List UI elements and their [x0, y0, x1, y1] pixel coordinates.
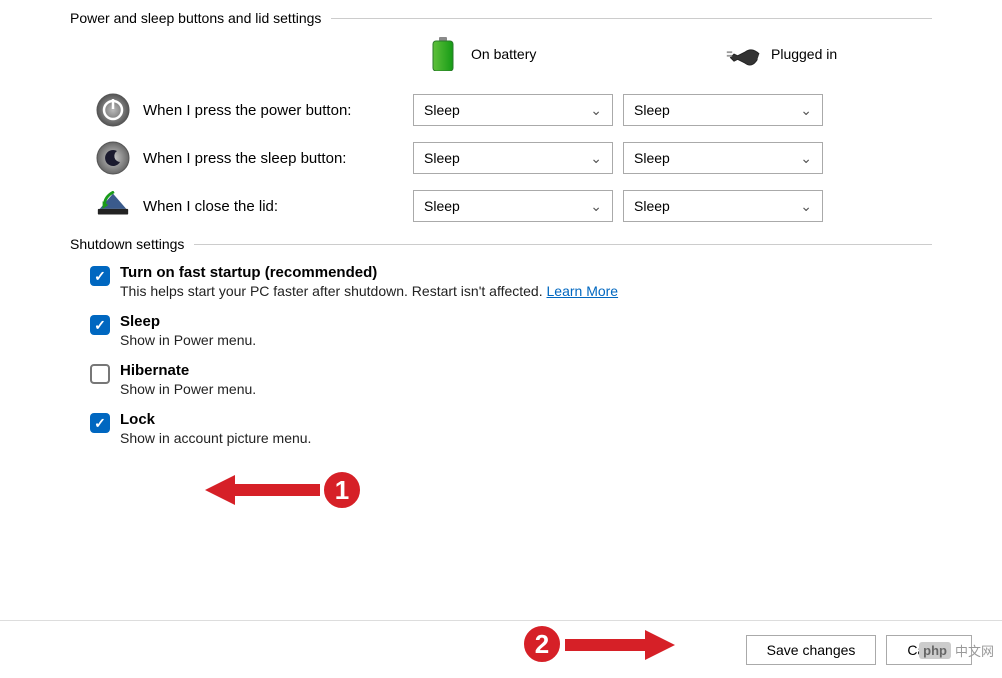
chevron-down-icon: ⌄	[590, 198, 602, 215]
chevron-down-icon: ⌄	[590, 150, 602, 167]
select-value: Sleep	[424, 102, 460, 118]
watermark-text: 中文网	[955, 641, 994, 660]
laptop-lid-icon	[95, 188, 131, 224]
save-changes-button[interactable]: Save changes	[746, 635, 877, 665]
annotation-arrow-2	[565, 625, 675, 665]
power-button-plugged-select[interactable]: Sleep ⌄	[623, 94, 823, 126]
select-value: Sleep	[424, 150, 460, 166]
sleep-item: Sleep Show in Power menu.	[90, 313, 1002, 348]
divider	[194, 244, 932, 245]
learn-more-link[interactable]: Learn More	[547, 283, 619, 299]
fast-startup-desc: This helps start your PC faster after sh…	[120, 283, 618, 299]
chevron-down-icon: ⌄	[800, 102, 812, 119]
column-headers: On battery Plugged in	[0, 36, 1002, 72]
chevron-down-icon: ⌄	[800, 198, 812, 215]
sleep-title: Sleep	[120, 313, 256, 330]
sleep-desc: Show in Power menu.	[120, 332, 256, 348]
row-close-lid: When I close the lid: Sleep ⌄ Sleep ⌄	[95, 188, 1002, 224]
hibernate-item: Hibernate Show in Power menu.	[90, 362, 1002, 397]
power-button-icon	[95, 92, 131, 128]
fast-startup-checkbox[interactable]	[90, 266, 110, 286]
lock-desc: Show in account picture menu.	[120, 430, 311, 446]
annotation-marker-2: 2	[520, 622, 564, 666]
lock-item: Lock Show in account picture menu.	[90, 411, 1002, 446]
lock-checkbox[interactable]	[90, 413, 110, 433]
lock-title: Lock	[120, 411, 311, 428]
watermark: php 中文网	[919, 641, 994, 660]
annotation-arrow-1	[205, 470, 325, 510]
power-button-battery-select[interactable]: Sleep ⌄	[413, 94, 613, 126]
section-header-shutdown: Shutdown settings	[70, 236, 932, 252]
sleep-button-label: When I press the sleep button:	[143, 150, 413, 167]
annotation-marker-1: 1	[320, 468, 364, 512]
select-value: Sleep	[424, 198, 460, 214]
shutdown-settings-list: Turn on fast startup (recommended) This …	[90, 264, 1002, 446]
fast-startup-item: Turn on fast startup (recommended) This …	[90, 264, 1002, 299]
watermark-brand: php	[919, 642, 951, 659]
sleep-button-plugged-select[interactable]: Sleep ⌄	[623, 142, 823, 174]
select-value: Sleep	[634, 150, 670, 166]
divider	[331, 18, 932, 19]
chevron-down-icon: ⌄	[800, 150, 812, 167]
on-battery-header: On battery	[425, 36, 625, 72]
close-lid-plugged-select[interactable]: Sleep ⌄	[623, 190, 823, 222]
close-lid-battery-select[interactable]: Sleep ⌄	[413, 190, 613, 222]
sleep-checkbox[interactable]	[90, 315, 110, 335]
battery-icon	[425, 36, 461, 72]
row-sleep-button: When I press the sleep button: Sleep ⌄ S…	[95, 140, 1002, 176]
chevron-down-icon: ⌄	[590, 102, 602, 119]
plug-icon	[725, 36, 761, 72]
sleep-button-battery-select[interactable]: Sleep ⌄	[413, 142, 613, 174]
select-value: Sleep	[634, 198, 670, 214]
hibernate-title: Hibernate	[120, 362, 256, 379]
select-value: Sleep	[634, 102, 670, 118]
section-header-power-label: Power and sleep buttons and lid settings	[70, 10, 321, 26]
hibernate-desc: Show in Power menu.	[120, 381, 256, 397]
power-button-label: When I press the power button:	[143, 102, 413, 119]
fast-startup-title: Turn on fast startup (recommended)	[120, 264, 618, 281]
plugged-in-header: Plugged in	[725, 36, 925, 72]
hibernate-checkbox[interactable]	[90, 364, 110, 384]
section-header-power: Power and sleep buttons and lid settings	[70, 10, 932, 26]
footer-bar: Save changes Cancel	[0, 620, 1002, 678]
close-lid-label: When I close the lid:	[143, 198, 413, 215]
on-battery-label: On battery	[471, 46, 536, 62]
row-power-button: When I press the power button: Sleep ⌄ S…	[95, 92, 1002, 128]
section-header-shutdown-label: Shutdown settings	[70, 236, 184, 252]
sleep-button-icon	[95, 140, 131, 176]
plugged-in-label: Plugged in	[771, 46, 837, 62]
